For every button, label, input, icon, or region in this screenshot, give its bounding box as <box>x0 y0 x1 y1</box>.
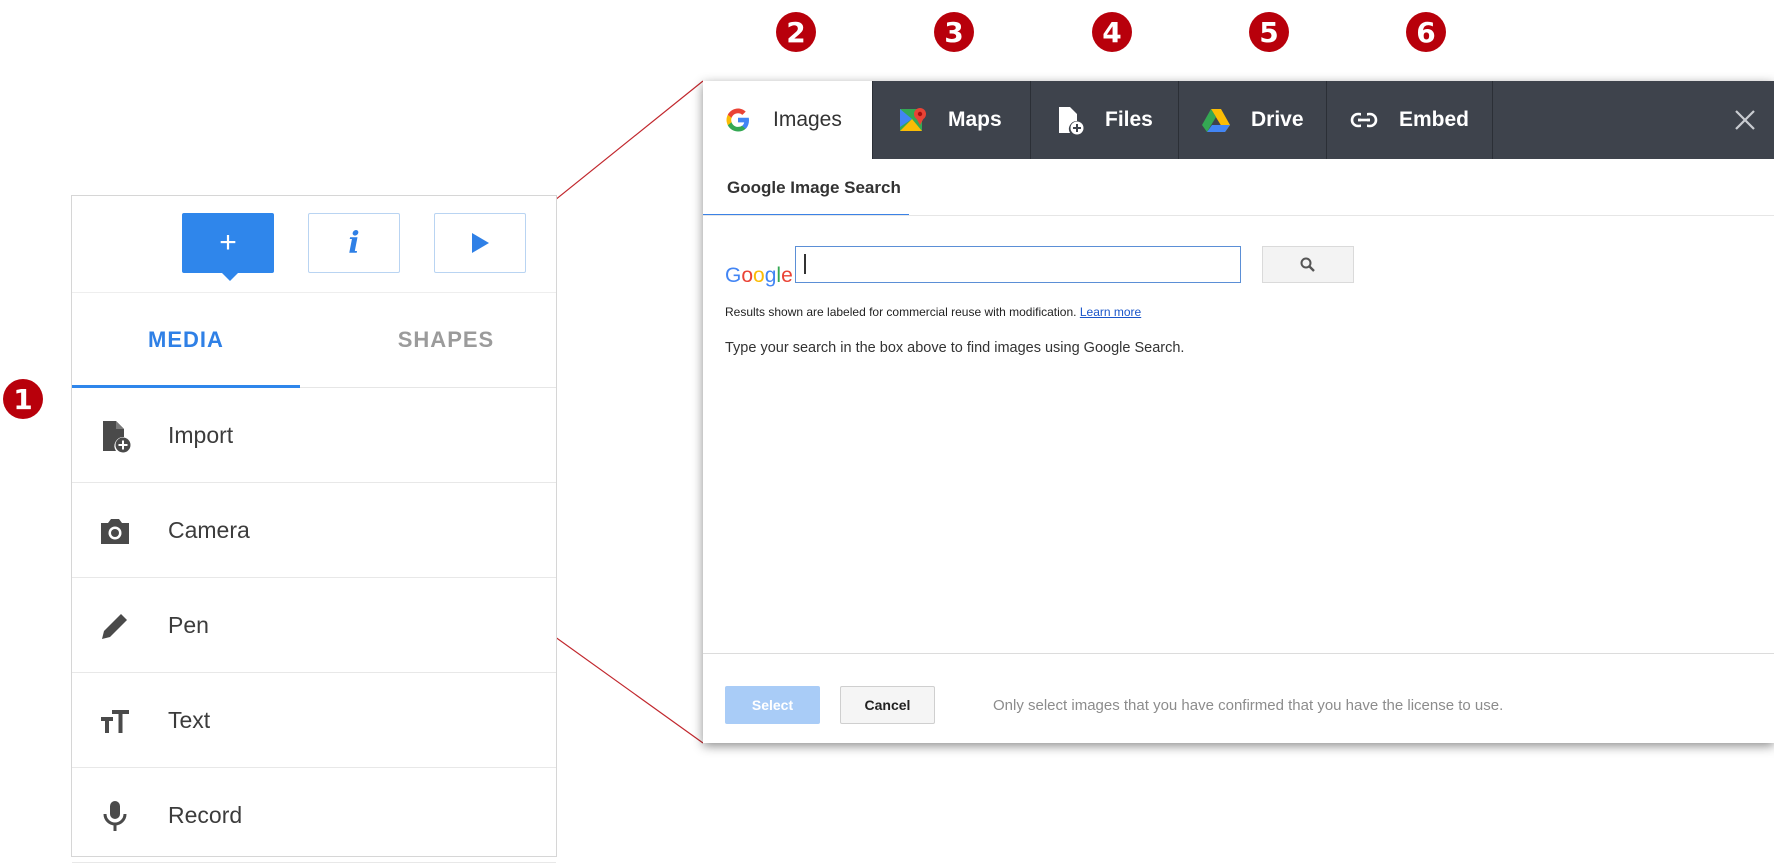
select-button[interactable]: Select <box>725 686 820 724</box>
tab-drive[interactable]: Drive <box>1179 81 1327 159</box>
marker-2: 2 <box>776 12 816 52</box>
tab-label: Drive <box>1251 108 1304 131</box>
search-icon <box>1300 257 1315 272</box>
tab-label: Maps <box>948 108 1002 131</box>
search-instructions: Type your search in the box above to fin… <box>725 340 1185 356</box>
list-item-pen[interactable]: Pen <box>72 578 556 673</box>
search-input[interactable] <box>795 246 1241 283</box>
list-item-label: Pen <box>168 611 209 638</box>
marker-4: 4 <box>1092 12 1132 52</box>
marker-5: 5 <box>1249 12 1289 52</box>
tab-label: Files <box>1105 108 1153 131</box>
tab-images[interactable]: Images <box>703 81 873 159</box>
divider <box>703 215 1774 216</box>
tab-media[interactable]: MEDIA <box>72 293 300 388</box>
dialog-tab-bar: Images Maps Files Drive Embed <box>703 81 1774 159</box>
marker-3: 3 <box>934 12 974 52</box>
insert-image-dialog: Images Maps Files Drive Embed Google Ima… <box>703 81 1774 743</box>
tab-shapes[interactable]: SHAPES <box>332 293 560 387</box>
link-icon <box>1350 112 1378 128</box>
panel-tabs: MEDIA SHAPES <box>72 293 556 388</box>
tab-maps[interactable]: Maps <box>873 81 1031 159</box>
list-item-record[interactable]: Record <box>72 768 556 863</box>
pen-icon <box>102 614 127 639</box>
list-item-label: Camera <box>168 516 250 543</box>
list-item-import[interactable]: Import <box>72 388 556 483</box>
tab-label: Embed <box>1399 108 1470 131</box>
marker-1: 1 <box>3 379 43 419</box>
license-note-text: Results shown are labeled for commercial… <box>725 305 1077 319</box>
search-button[interactable] <box>1262 246 1354 283</box>
license-note: Results shown are labeled for commercial… <box>725 305 1141 319</box>
text-size-icon <box>101 710 129 733</box>
cancel-button[interactable]: Cancel <box>840 686 935 724</box>
list-item-text[interactable]: Text <box>72 673 556 768</box>
plus-icon: + <box>219 226 237 259</box>
drive-icon <box>1202 109 1230 132</box>
text-cursor <box>804 254 806 274</box>
footer-divider <box>703 653 1774 654</box>
microphone-icon <box>103 801 127 831</box>
subtab-google-image-search[interactable]: Google Image Search <box>703 159 909 216</box>
list-item-label: Record <box>168 801 243 828</box>
camera-icon <box>101 519 129 544</box>
tab-embed[interactable]: Embed <box>1327 81 1493 159</box>
media-panel: + i MEDIA SHAPES Import Camera Pen Text … <box>71 195 557 863</box>
google-logo: Google <box>725 264 793 287</box>
list-item-camera[interactable]: Camera <box>72 483 556 578</box>
info-icon: i <box>348 225 360 261</box>
google-icon <box>726 108 749 132</box>
panel-toolbar: + i <box>72 196 556 293</box>
tab-files[interactable]: Files <box>1031 81 1179 159</box>
play-icon <box>472 233 489 253</box>
learn-more-link[interactable]: Learn more <box>1080 305 1141 319</box>
license-warning: Only select images that you have confirm… <box>993 697 1504 714</box>
import-file-icon <box>103 421 131 453</box>
tab-label: Images <box>773 108 842 131</box>
list-item-label: Import <box>168 421 234 448</box>
close-icon[interactable] <box>1728 103 1762 137</box>
file-add-icon <box>1059 107 1084 135</box>
add-button[interactable]: + <box>182 213 274 281</box>
info-button[interactable]: i <box>308 213 400 273</box>
play-button[interactable] <box>434 213 526 273</box>
marker-6: 6 <box>1406 12 1446 52</box>
list-item-label: Text <box>168 706 211 733</box>
maps-icon <box>900 108 926 131</box>
